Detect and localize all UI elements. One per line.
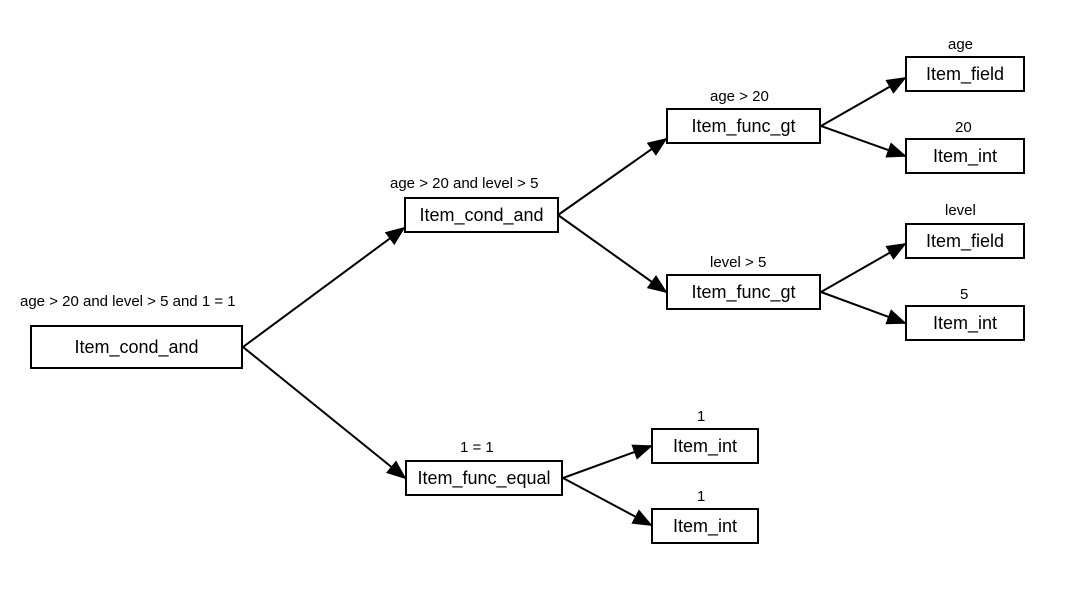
- node-l2-and-label: Item_cond_and: [419, 205, 543, 226]
- node-int-20-label: Item_int: [933, 146, 997, 167]
- node-l2-and-caption: age > 20 and level > 5: [390, 175, 538, 192]
- node-field-age: Item_field: [905, 56, 1025, 92]
- node-field-level: Item_field: [905, 223, 1025, 259]
- node-int-20-caption: 20: [955, 119, 972, 136]
- node-root: Item_cond_and: [30, 325, 243, 369]
- node-gt-age-caption: age > 20: [710, 88, 769, 105]
- node-equal-left-label: Item_int: [673, 436, 737, 457]
- node-int-5-label: Item_int: [933, 313, 997, 334]
- node-int-5-caption: 5: [960, 286, 968, 303]
- node-gt-age: Item_func_gt: [666, 108, 821, 144]
- node-field-age-caption: age: [948, 36, 973, 53]
- node-l2-equal: Item_func_equal: [405, 460, 563, 496]
- node-field-age-label: Item_field: [926, 64, 1004, 85]
- node-equal-right-label: Item_int: [673, 516, 737, 537]
- node-gt-level-label: Item_func_gt: [691, 282, 795, 303]
- node-root-caption: age > 20 and level > 5 and 1 = 1: [20, 293, 236, 310]
- node-equal-right: Item_int: [651, 508, 759, 544]
- node-root-label: Item_cond_and: [74, 337, 198, 358]
- node-l2-equal-caption: 1 = 1: [460, 439, 494, 456]
- node-l2-equal-label: Item_func_equal: [417, 468, 550, 489]
- node-int-5: Item_int: [905, 305, 1025, 341]
- node-gt-level-caption: level > 5: [710, 254, 766, 271]
- node-equal-right-caption: 1: [697, 488, 705, 505]
- node-field-level-caption: level: [945, 202, 976, 219]
- node-equal-left-caption: 1: [697, 408, 705, 425]
- node-equal-left: Item_int: [651, 428, 759, 464]
- node-gt-age-label: Item_func_gt: [691, 116, 795, 137]
- node-field-level-label: Item_field: [926, 231, 1004, 252]
- node-l2-and: Item_cond_and: [404, 197, 559, 233]
- node-int-20: Item_int: [905, 138, 1025, 174]
- node-gt-level: Item_func_gt: [666, 274, 821, 310]
